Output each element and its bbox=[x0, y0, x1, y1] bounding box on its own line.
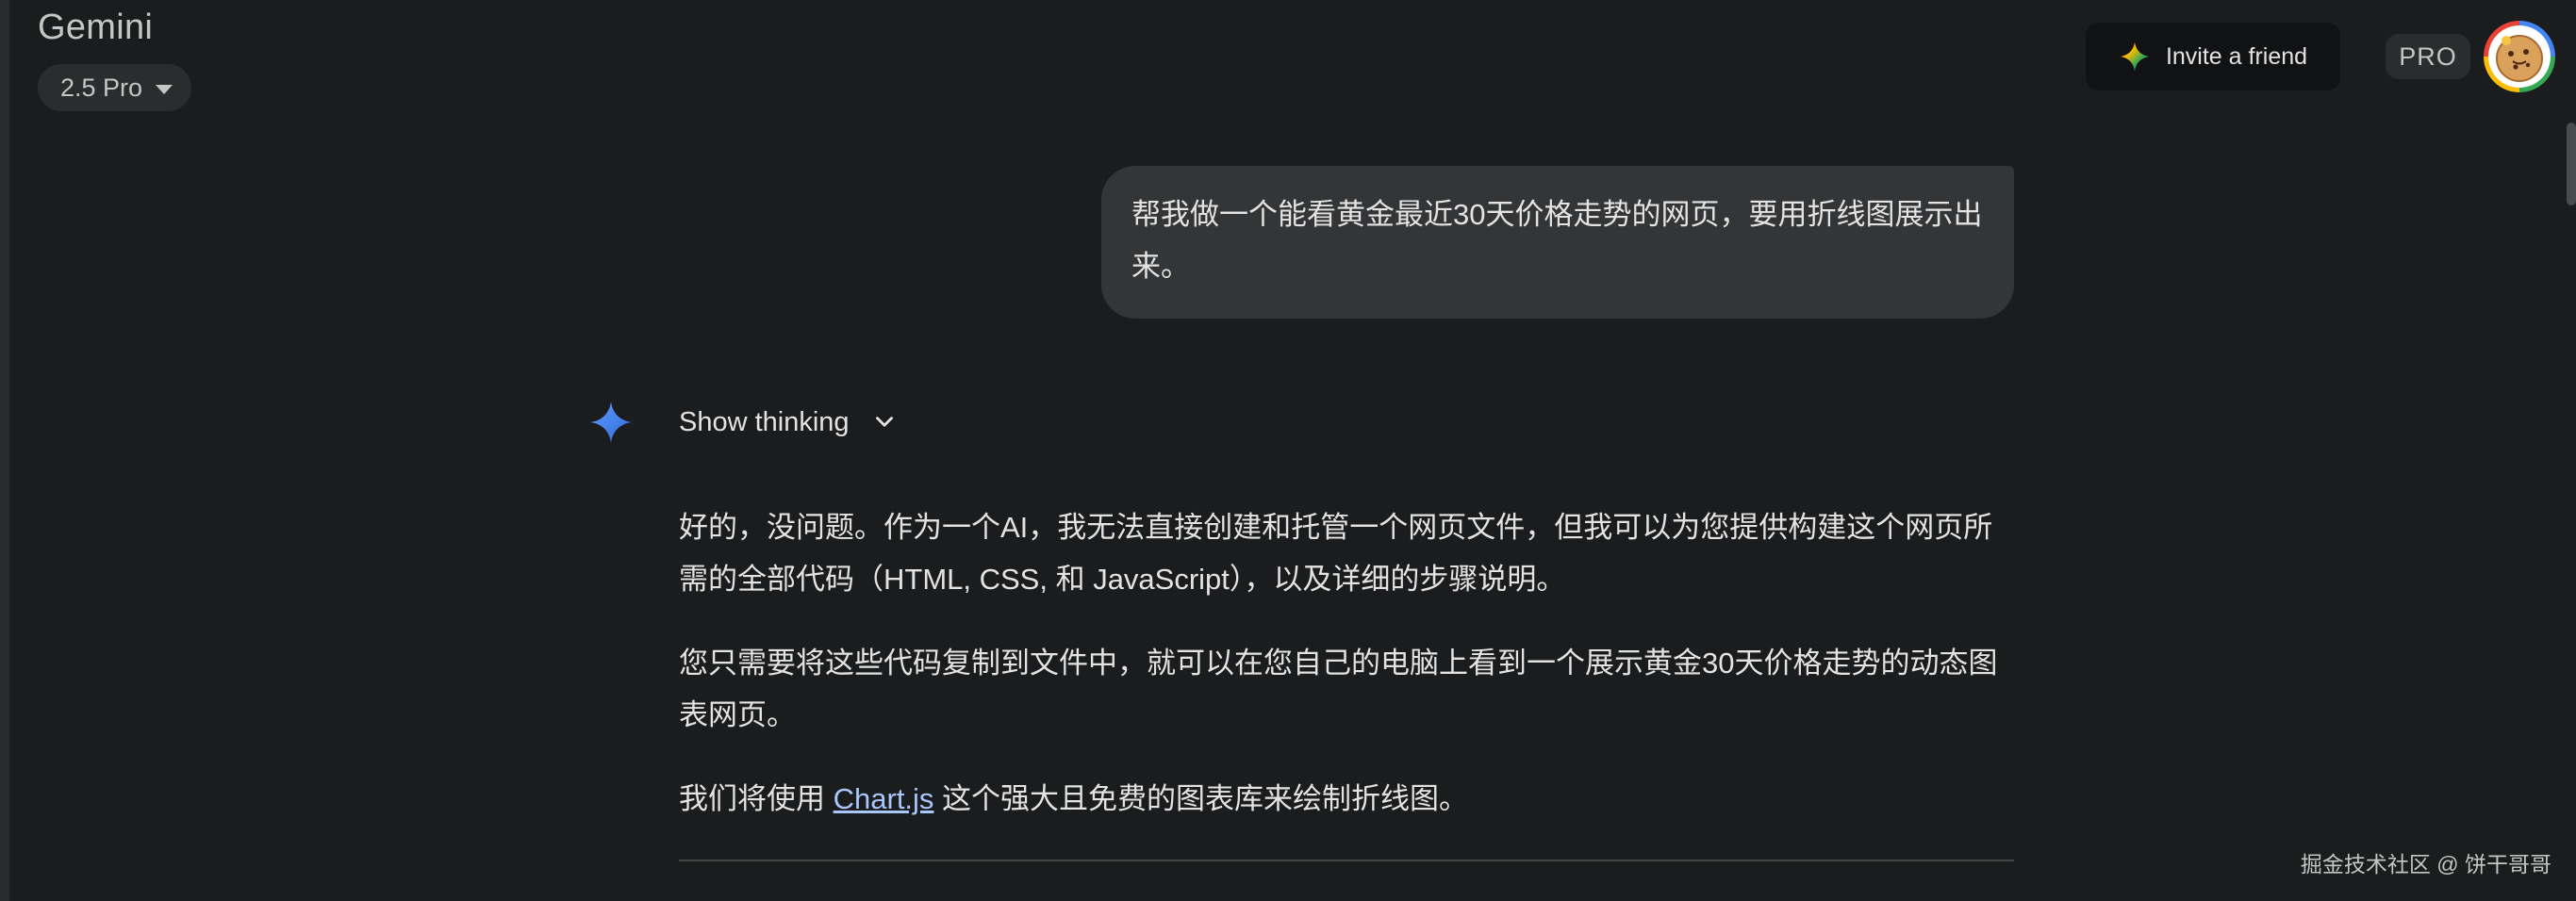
chevron-down-icon bbox=[875, 417, 893, 427]
invite-friend-button[interactable]: Invite a friend bbox=[2086, 23, 2340, 90]
chartjs-link[interactable]: Chart.js bbox=[834, 782, 934, 815]
model-label: 2.5 Pro bbox=[60, 73, 143, 102]
user-avatar[interactable] bbox=[2484, 21, 2555, 92]
watermark: 掘金技术社区 @ 饼干哥哥 bbox=[2300, 852, 2551, 876]
user-message-bubble: 帮我做一个能看黄金最近30天价格走势的网页，要用折线图展示出来。 bbox=[1101, 166, 2014, 319]
response-divider bbox=[679, 860, 2014, 861]
avatar-image bbox=[2488, 25, 2551, 88]
gemini-spark-icon bbox=[590, 401, 632, 443]
sparkle-icon bbox=[2120, 41, 2150, 72]
caret-down-icon bbox=[156, 84, 173, 94]
gemini-chat-page: Gemini 2.5 Pro Invite a friend PRO 帮我做一个… bbox=[0, 0, 2576, 901]
left-edge-strip bbox=[0, 0, 9, 901]
model-response: 好的，没问题。作为一个AI，我无法直接创建和托管一个网页文件，但我可以为您提供构… bbox=[679, 501, 2014, 857]
response-paragraph-2: 您只需要将这些代码复制到文件中，就可以在您自己的电脑上看到一个展示黄金30天价格… bbox=[679, 647, 1998, 731]
show-thinking-label: Show thinking bbox=[679, 406, 850, 437]
invite-label: Invite a friend bbox=[2165, 42, 2308, 70]
response-p3-after: 这个强大且免费的图表库来绘制折线图。 bbox=[933, 782, 1469, 815]
response-p3-before: 我们将使用 bbox=[679, 782, 834, 815]
show-thinking-toggle[interactable]: Show thinking bbox=[679, 400, 897, 445]
response-paragraph-1: 好的，没问题。作为一个AI，我无法直接创建和托管一个网页文件，但我可以为您提供构… bbox=[679, 511, 1993, 596]
app-title: Gemini bbox=[38, 8, 154, 47]
model-selector[interactable]: 2.5 Pro bbox=[38, 64, 192, 111]
pro-badge: PRO bbox=[2386, 34, 2470, 79]
response-paragraph-3: 我们将使用 Chart.js 这个强大且免费的图表库来绘制折线图。 bbox=[679, 773, 2014, 825]
scrollbar-thumb[interactable] bbox=[2567, 123, 2576, 205]
cookie-avatar-icon bbox=[2496, 35, 2543, 82]
